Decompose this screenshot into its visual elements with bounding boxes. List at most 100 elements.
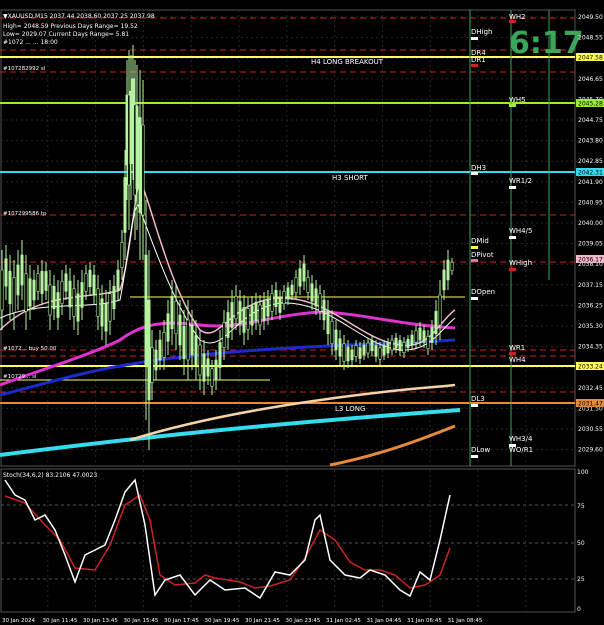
candle-body	[322, 299, 326, 321]
price-tick: 2046.65	[578, 76, 603, 83]
price-tick: 2032.45	[578, 385, 603, 392]
candle-body	[450, 261, 454, 272]
time-tick: 31 Jan 06:45	[407, 618, 442, 624]
candle-body	[438, 294, 442, 326]
candle-body	[150, 347, 154, 383]
time-tick: 30 Jan 21:45	[245, 618, 280, 624]
price-tick: 2043.80	[578, 138, 603, 145]
label-dopen: DOpen	[471, 288, 495, 296]
candle-body	[40, 270, 44, 295]
candle-body	[246, 308, 250, 330]
candle-body	[158, 339, 162, 361]
candle-body	[147, 299, 151, 401]
candle-body	[390, 339, 394, 351]
candle-body	[278, 297, 282, 313]
candle-body	[386, 342, 390, 354]
candle-body	[218, 342, 222, 368]
candle-body	[394, 337, 398, 349]
label-wh4-5: WH4/5	[509, 227, 532, 235]
candle-body	[135, 105, 139, 190]
symbol-line: ▼XAUUSD,M15 2037.44 2038.60 2037.25 2037…	[3, 13, 155, 20]
candle-body	[302, 263, 306, 282]
time-tick: 31 Jan 04:45	[367, 618, 402, 624]
candle-body	[182, 325, 186, 360]
order-label-1: #107282992 sl	[3, 66, 46, 72]
candle-body	[326, 310, 330, 335]
candle-body	[178, 314, 182, 346]
candle-body	[262, 301, 266, 321]
candle-body	[238, 300, 242, 325]
time-tick: 30 Jan 13:45	[83, 618, 118, 624]
candle-body	[274, 289, 278, 308]
label-whigh: WHigh	[509, 259, 532, 267]
price-tick: 2034.35	[578, 344, 603, 351]
label-l3-long: L3 LONG	[335, 405, 365, 413]
price-highlight-label: 2045.28	[578, 101, 603, 108]
candle-body	[48, 284, 52, 316]
candle-body	[366, 342, 370, 354]
price-highlight-label: 2036.17	[578, 257, 603, 264]
candle-body	[294, 277, 298, 293]
candle-body	[286, 287, 290, 300]
candle-body	[4, 258, 8, 287]
label-dpivot: DPivot	[471, 251, 494, 259]
candle-body	[12, 277, 16, 313]
price-highlight-label: 2042.31	[578, 170, 603, 177]
price-tick: 2036.25	[578, 302, 603, 309]
candle-body	[222, 322, 226, 348]
candle-body	[430, 327, 434, 343]
price-tick: 2030.55	[578, 426, 603, 433]
candle-body	[338, 338, 342, 357]
candle-body	[398, 339, 402, 352]
candle-body	[426, 335, 430, 350]
candle-body	[410, 334, 414, 346]
candle-body	[310, 283, 314, 302]
candle-body	[334, 329, 338, 351]
candle-body	[68, 280, 72, 308]
candle-body	[112, 285, 116, 310]
candle-body	[24, 273, 28, 312]
candle-body	[346, 346, 350, 362]
time-tick: 30 Jan 2024	[2, 618, 35, 624]
svg-text:100: 100	[577, 469, 589, 476]
order-label-3: #1072... buy 50.00	[3, 346, 57, 352]
candle-body	[342, 343, 346, 362]
candle-body	[174, 300, 178, 335]
label-wr1-2: WR1/2	[509, 177, 532, 185]
candle-body	[44, 271, 48, 291]
candle-body	[100, 298, 104, 327]
candle-body	[116, 269, 120, 291]
candle-body	[206, 358, 210, 377]
label-dmid: DMid	[471, 237, 489, 245]
candle-body	[36, 273, 40, 292]
label-wh4: WH4	[509, 356, 526, 364]
price-tick: 2040.00	[578, 220, 603, 227]
label-wo-r1: WO/R1	[509, 446, 533, 454]
label-wh2: WH2	[509, 13, 526, 21]
candle-body	[144, 254, 148, 366]
candle-body	[330, 320, 334, 345]
time-tick: 30 Jan 23:45	[286, 618, 321, 624]
label-h4-long-breakout: H4 LONG BREAKOUT	[311, 58, 384, 66]
candle-body	[418, 327, 422, 341]
candle-body	[123, 177, 127, 233]
time-tick: 30 Jan 15:45	[124, 618, 159, 624]
candle-body	[270, 293, 274, 312]
candle-body	[60, 280, 64, 305]
time-tick: 30 Jan 17:45	[164, 618, 199, 624]
candle-body	[254, 301, 258, 322]
trading-chart[interactable]: ▼XAUUSD,M15 2037.44 2038.60 2037.25 2037…	[0, 0, 604, 625]
candle-body	[198, 344, 202, 376]
time-tick: 30 Jan 11:45	[43, 618, 78, 624]
candle-body	[8, 270, 12, 305]
price-tick: 2035.30	[578, 323, 603, 330]
candle-body	[226, 312, 230, 338]
candle-body	[92, 274, 96, 296]
candle-body	[242, 307, 246, 333]
label-dhigh: DHigh	[471, 28, 492, 36]
candle-body	[96, 288, 100, 317]
candle-body	[84, 273, 88, 292]
candle-body	[52, 285, 56, 310]
order-line: #1072 ... ... 18:00	[3, 39, 58, 46]
candle-body	[446, 259, 450, 281]
